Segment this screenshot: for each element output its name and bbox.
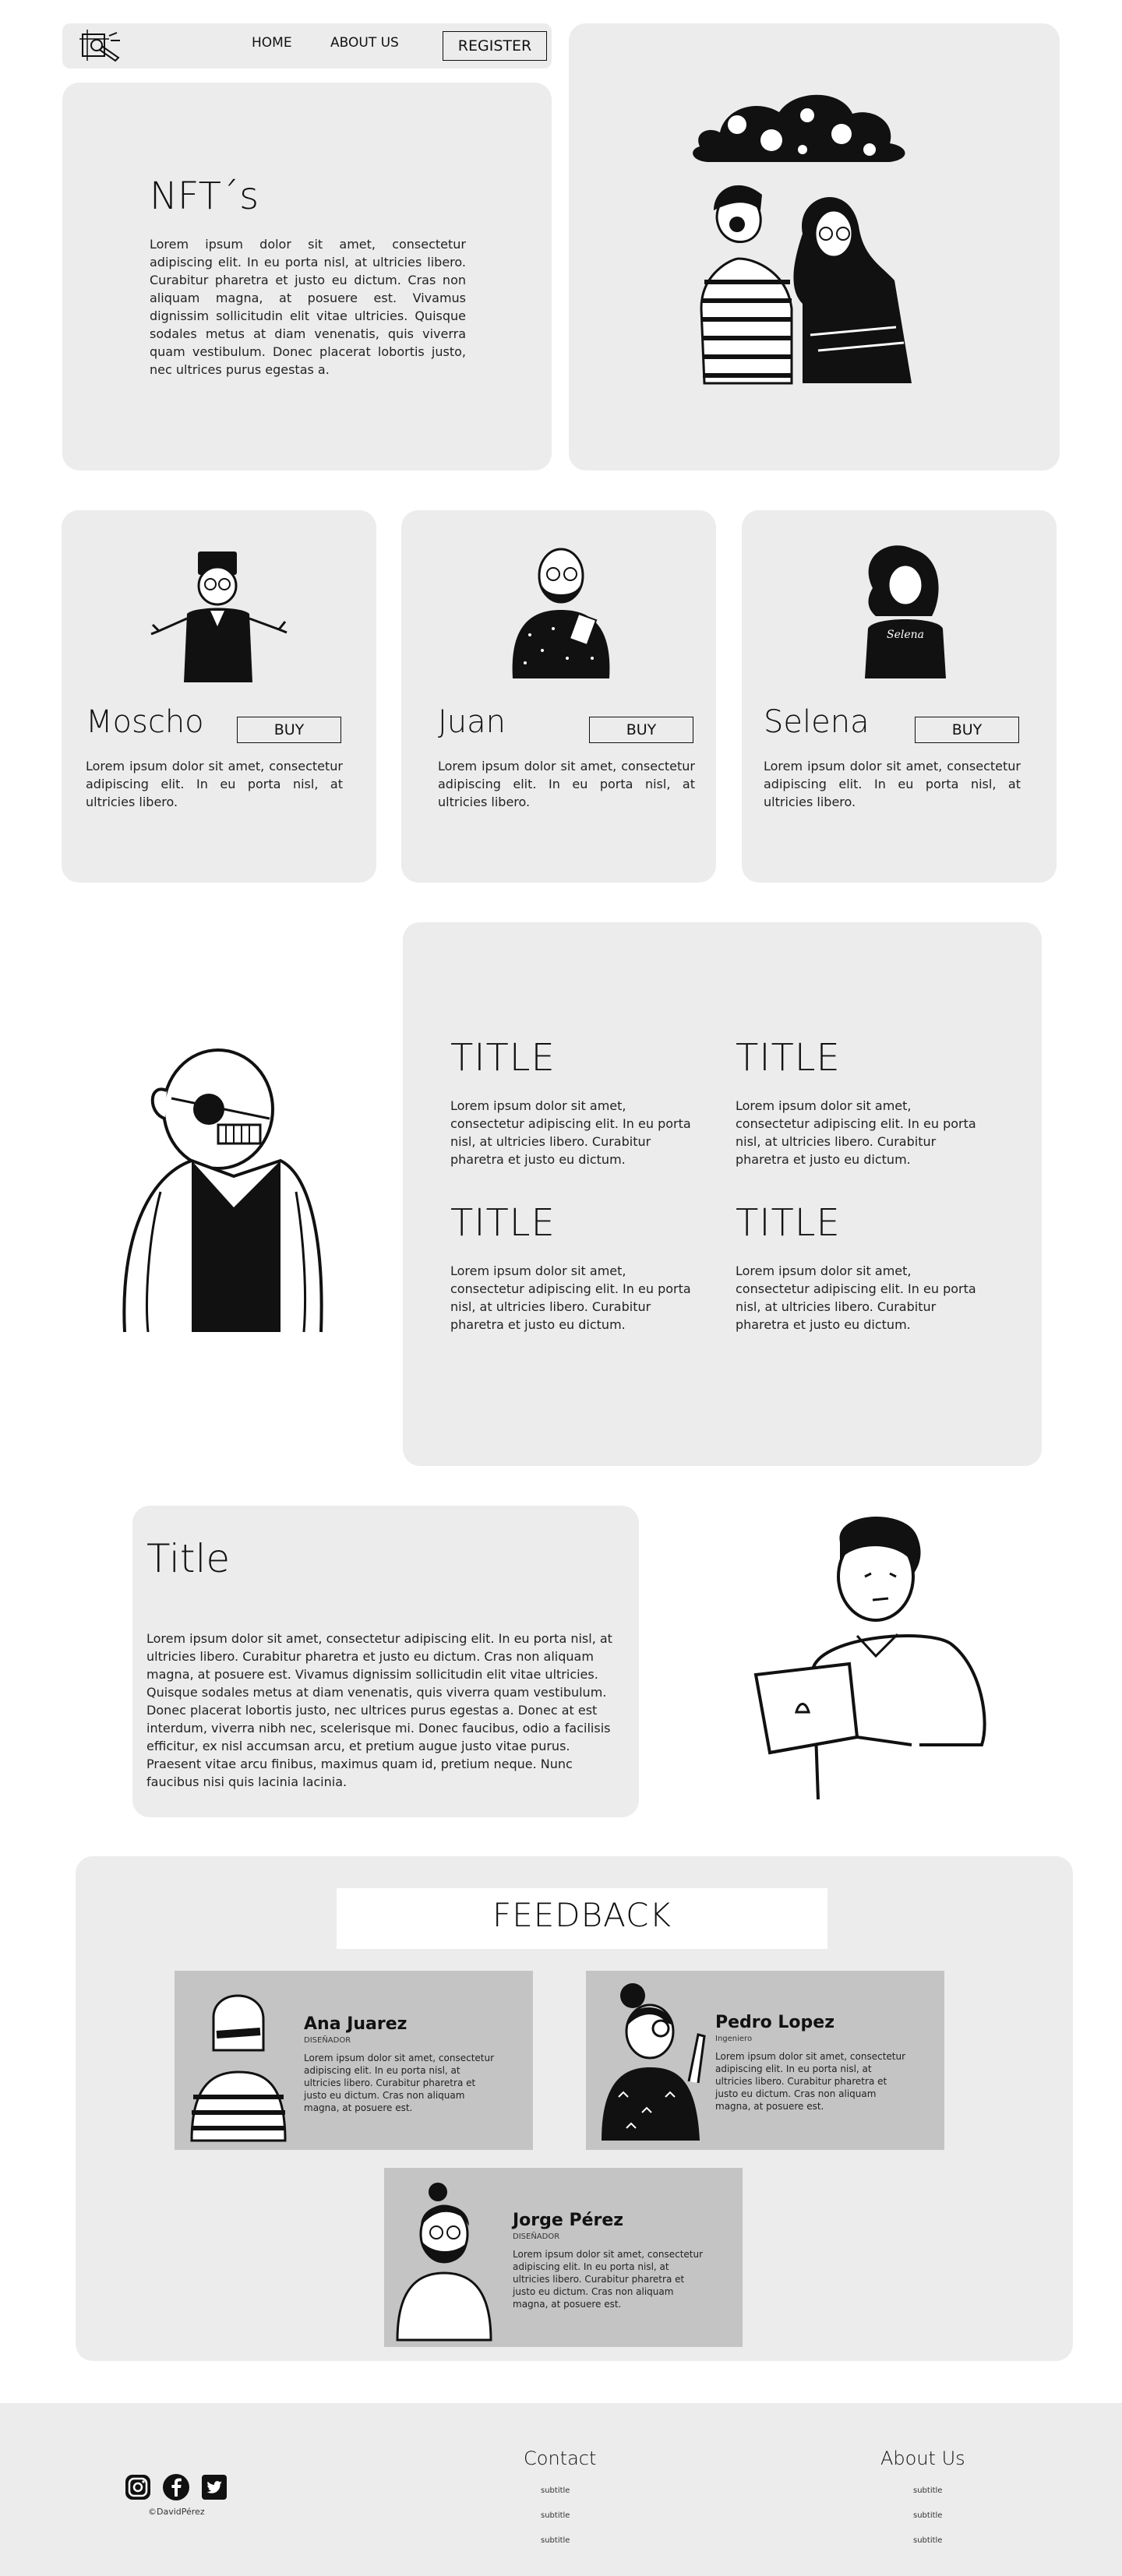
feedback-role-jorge: DISEÑADOR — [513, 2232, 560, 2241]
feature-title-3: TITLE — [450, 1201, 556, 1245]
nav-about-link[interactable]: ABOUT US — [330, 35, 399, 51]
footer-contact-title: Contact — [524, 2447, 597, 2469]
nav-home-link[interactable]: HOME — [252, 35, 292, 51]
feedback-role-pedro: Ingeniero — [715, 2035, 753, 2043]
selena-shirt-text: Selena — [887, 629, 924, 641]
cloud-icon — [693, 94, 905, 162]
feedback-text-pedro: Lorem ipsum dolor sit amet, consectetur … — [715, 2051, 906, 2112]
pedro-avatar — [602, 1983, 706, 2141]
footer-copyright: ©DavidPérez — [148, 2507, 205, 2517]
feedback-name-jorge: Jorge Pérez — [513, 2211, 624, 2230]
footer-about-title: About Us — [880, 2447, 965, 2469]
footer-contact-link-1[interactable]: subtitle — [541, 2486, 570, 2495]
boy-eyepatch-figure — [700, 185, 793, 385]
footer-about-link-2[interactable]: subtitle — [913, 2511, 942, 2520]
feature-title-1: TITLE — [450, 1036, 556, 1080]
facebook-icon[interactable] — [162, 2473, 190, 2501]
buy-button-juan[interactable]: BUY — [589, 717, 693, 743]
moscho-illustration — [150, 551, 288, 682]
buy-button-moscho[interactable]: BUY — [237, 717, 341, 743]
card-name-selena: Selena — [764, 704, 870, 740]
feature-text-3: Lorem ipsum dolor sit amet, consectetur … — [450, 1263, 691, 1332]
footer-contact-link-2[interactable]: subtitle — [541, 2511, 570, 2520]
card-text-moscho: Lorem ipsum dolor sit amet, consectetur … — [86, 759, 343, 809]
buy-button-selena[interactable]: BUY — [915, 717, 1019, 743]
ana-avatar — [190, 1994, 287, 2142]
info-title: Title — [146, 1536, 231, 1581]
twitter-icon[interactable] — [201, 2474, 228, 2500]
feedback-role-ana: DISEÑADOR — [304, 2036, 351, 2045]
card-name-juan: Juan — [438, 704, 506, 740]
feedback-text-ana: Lorem ipsum dolor sit amet, consectetur … — [304, 2053, 495, 2113]
laptop-man-illustration — [753, 1517, 986, 1800]
hero-illustration — [693, 94, 912, 385]
logo-icon[interactable] — [79, 30, 122, 64]
footer-about-link-1[interactable]: subtitle — [913, 2486, 942, 2495]
feedback-name-ana: Ana Juarez — [304, 2014, 408, 2034]
selena-illustration: Selena — [865, 545, 946, 678]
feedback-heading: FEEDBACK — [492, 1896, 672, 1934]
hero-title: NFT´s — [150, 174, 259, 218]
footer-contact-link-3[interactable]: subtitle — [541, 2536, 570, 2545]
jorge-avatar — [396, 2183, 492, 2342]
register-button[interactable]: REGISTER — [443, 31, 547, 61]
feedback-text-jorge: Lorem ipsum dolor sit amet, consectetur … — [513, 2249, 704, 2310]
girl-hijab-figure — [793, 196, 912, 383]
features-panel — [403, 922, 1042, 1466]
feature-text-2: Lorem ipsum dolor sit amet, consectetur … — [736, 1098, 976, 1167]
info-text: Lorem ipsum dolor sit amet, consectetur … — [146, 1631, 612, 1789]
footer-about-link-3[interactable]: subtitle — [913, 2536, 942, 2545]
bald-eyepatch-illustration — [122, 1048, 323, 1333]
feature-text-1: Lorem ipsum dolor sit amet, consectetur … — [450, 1098, 691, 1167]
card-text-selena: Lorem ipsum dolor sit amet, consectetur … — [764, 759, 1021, 809]
hero-text: Lorem ipsum dolor sit amet, consectetur … — [150, 237, 466, 377]
juan-illustration — [512, 548, 610, 678]
card-name-moscho: Moscho — [86, 704, 204, 740]
feature-text-4: Lorem ipsum dolor sit amet, consectetur … — [736, 1263, 976, 1332]
feature-title-4: TITLE — [736, 1201, 841, 1245]
feature-title-2: TITLE — [736, 1036, 841, 1080]
instagram-icon[interactable] — [125, 2474, 151, 2500]
feedback-name-pedro: Pedro Lopez — [715, 2013, 835, 2032]
card-text-juan: Lorem ipsum dolor sit amet, consectetur … — [438, 759, 695, 809]
